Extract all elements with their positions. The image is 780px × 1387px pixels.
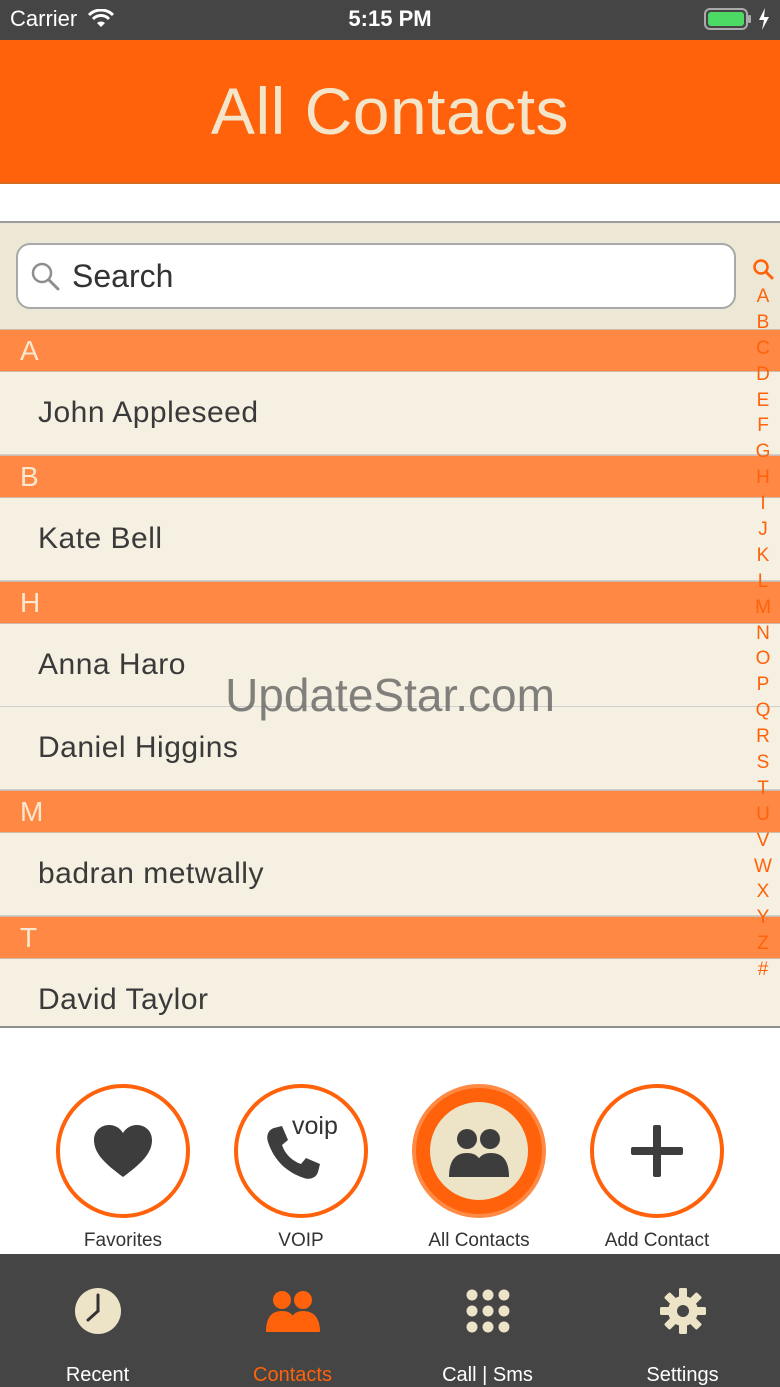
contact-row[interactable]: badran metwally [0,833,780,916]
section-header-m: M [0,790,780,833]
contact-name: badran metwally [38,857,264,890]
contact-row[interactable]: Kate Bell [0,498,780,581]
tab-call-sms[interactable]: Call | Sms [390,1254,585,1387]
clock-icon [74,1288,121,1334]
tab-settings-label: Settings [646,1364,719,1386]
add-contact-button[interactable]: Add Contact [587,1084,727,1252]
section-letter: M [20,795,44,827]
tab-settings[interactable]: Settings [585,1254,780,1387]
voip-icon-text: voip [292,1112,338,1140]
index-search-icon[interactable] [752,258,774,280]
charging-icon [759,8,769,30]
section-letter: A [20,334,39,366]
contact-list: A John Appleseed B Kate Bell H Anna Haro… [0,329,780,1042]
search-icon [31,262,60,291]
search-input[interactable] [72,257,672,295]
tab-recent[interactable]: Recent [0,1254,195,1387]
index-letter[interactable]: Q [750,698,776,724]
index-letter[interactable]: X [750,879,776,905]
contact-name: David Taylor [38,983,209,1016]
header-spacer [0,184,780,222]
people-icon [449,1129,509,1177]
section-header-b: B [0,455,780,498]
index-letter[interactable]: V [750,828,776,854]
index-letter[interactable]: U [750,802,776,828]
tab-contacts[interactable]: Contacts [195,1254,390,1387]
index-letter[interactable]: P [750,672,776,698]
contact-name: Anna Haro [38,648,186,681]
section-index-bar[interactable]: A B C D E F G H I J K L M N O P Q R S T U V W X Y Z # [750,258,776,983]
contact-name: Daniel Higgins [38,731,239,764]
section-header-a: A [0,329,780,372]
gear-icon [659,1288,706,1334]
tab-bar: Recent Contacts Call | Sms Settings [0,1254,780,1387]
section-letter: B [20,460,39,492]
favorites-circle[interactable] [56,1084,190,1218]
index-letter[interactable]: J [750,517,776,543]
all-contacts-label: All Contacts [428,1230,530,1251]
tab-settings-icon-wrap [659,1284,707,1338]
contact-row[interactable]: Daniel Higgins [0,707,780,790]
index-letter[interactable]: W [750,854,776,880]
index-letter[interactable]: C [750,336,776,362]
tab-recent-label: Recent [65,1364,130,1386]
keypad-icon [466,1289,509,1333]
index-letter[interactable]: R [750,724,776,750]
index-letter[interactable]: A [750,284,776,310]
index-letter[interactable]: T [750,776,776,802]
all-contacts-circle[interactable] [412,1084,546,1218]
status-bar: Carrier 5:15 PM [0,0,780,40]
voip-label: VOIP [278,1230,324,1251]
app-header: All Contacts [0,40,780,182]
section-header-h: H [0,581,780,624]
add-contact-label: Add Contact [604,1230,710,1251]
index-letter[interactable]: Y [750,905,776,931]
index-letter[interactable]: E [750,388,776,414]
index-letter[interactable]: K [750,543,776,569]
index-letter[interactable]: O [750,646,776,672]
heart-icon [94,1125,152,1177]
tab-contacts-icon-wrap [265,1284,321,1338]
page-title: All Contacts [210,74,570,148]
index-letter[interactable]: D [750,362,776,388]
index-letter[interactable]: # [750,957,776,983]
all-contacts-inner [430,1102,528,1200]
contact-name: John Appleseed [38,396,259,429]
search-box[interactable] [16,243,736,309]
contact-row[interactable]: Anna Haro [0,624,780,707]
index-letter[interactable]: B [750,310,776,336]
section-letter: H [20,586,41,618]
section-letter: T [20,921,38,953]
status-time: 5:15 PM [348,6,432,31]
tab-recent-icon-wrap [74,1284,122,1338]
voip-button[interactable]: voip VOIP [231,1084,371,1252]
people-icon [265,1291,320,1332]
favorites-button[interactable]: Favorites [53,1084,193,1252]
voip-circle[interactable]: voip [234,1084,368,1218]
index-letter[interactable]: H [750,465,776,491]
all-contacts-button[interactable]: All Contacts [409,1084,549,1252]
index-letter[interactable]: F [750,413,776,439]
contact-name: Kate Bell [38,522,163,555]
search-area [0,223,780,329]
add-contact-circle[interactable] [590,1084,724,1218]
index-letter[interactable]: L [750,569,776,595]
battery-icon [704,8,751,30]
battery-indicator [704,8,770,30]
favorites-label: Favorites [83,1230,163,1251]
plus-icon [631,1125,683,1177]
index-letter[interactable]: M [750,595,776,621]
index-letter[interactable]: G [750,439,776,465]
index-letter[interactable]: I [750,491,776,517]
tab-call-sms-label: Call | Sms [442,1364,533,1386]
tab-contacts-label: Contacts [253,1364,332,1386]
section-header-t: T [0,916,780,959]
contact-row[interactable]: John Appleseed [0,372,780,455]
tab-call-sms-icon-wrap [465,1284,511,1338]
index-letter[interactable]: N [750,621,776,647]
quick-actions: Favorites voip VOIP All Contacts Add Con… [0,1028,780,1254]
index-letter[interactable]: Z [750,931,776,957]
index-letter[interactable]: S [750,750,776,776]
